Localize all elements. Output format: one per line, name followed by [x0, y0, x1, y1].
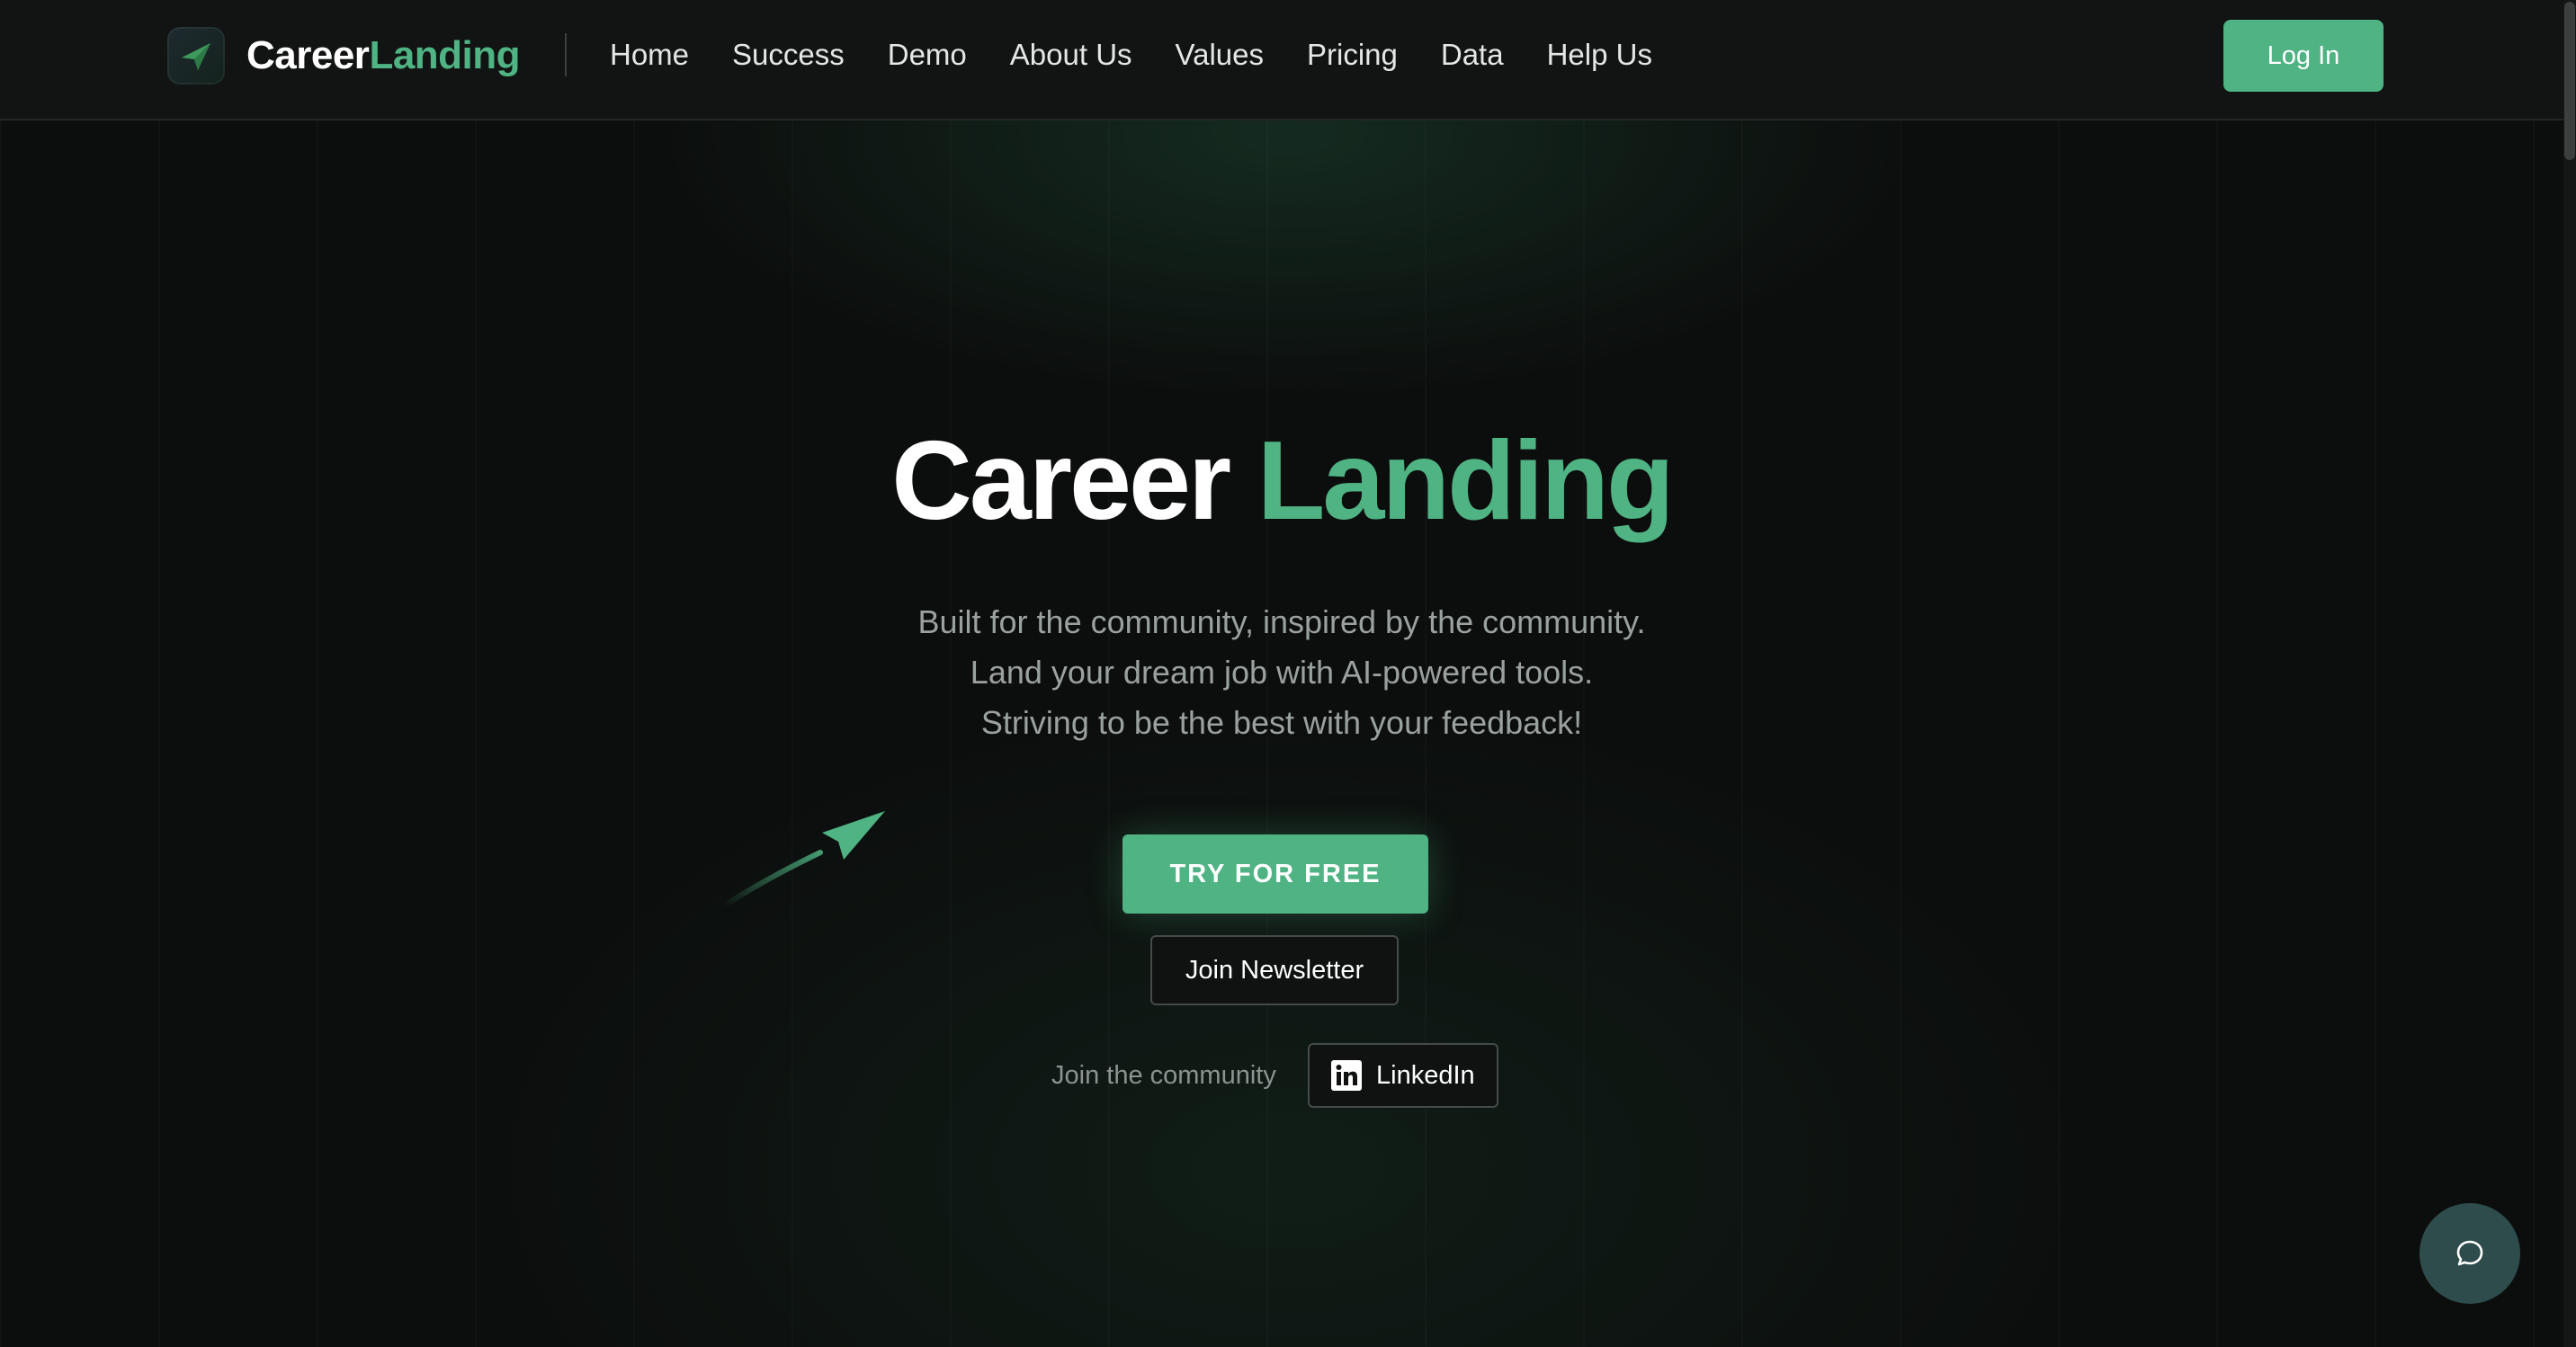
nav-item-help-us[interactable]: Help Us — [1547, 38, 1652, 72]
page-scrollbar[interactable] — [2563, 0, 2576, 1347]
linkedin-icon — [1331, 1060, 1362, 1091]
nav-item-demo[interactable]: Demo — [888, 38, 967, 72]
nav-item-home[interactable]: Home — [610, 38, 689, 72]
hero-title-landing: Landing — [1257, 419, 1675, 543]
chat-button[interactable] — [2419, 1203, 2520, 1304]
hero-subtitle-line: Built for the community, inspired by the… — [917, 603, 1646, 640]
brand-logo-link[interactable]: CareerLanding — [167, 27, 521, 85]
join-newsletter-button[interactable]: Join Newsletter — [1150, 935, 1399, 1005]
hero-title: Career Landing — [0, 414, 2563, 549]
hero-title-career: Career — [891, 419, 1231, 543]
brand-name-landing: Landing — [369, 33, 521, 77]
nav-item-values[interactable]: Values — [1176, 38, 1264, 72]
chat-bubble-icon — [2456, 1240, 2483, 1266]
scrollbar-thumb[interactable] — [2564, 2, 2575, 160]
hero-subtitle-line: Land your dream job with AI-powered tool… — [970, 654, 1594, 691]
main-nav: Home Success Demo About Us Values Pricin… — [610, 34, 1652, 76]
linkedin-button[interactable]: LinkedIn — [1308, 1043, 1498, 1108]
landing-page: CareerLanding Home Success Demo About Us… — [0, 0, 2576, 1347]
login-button[interactable]: Log In — [2223, 20, 2384, 92]
top-navbar: CareerLanding Home Success Demo About Us… — [0, 0, 2563, 120]
paper-plane-icon — [720, 811, 885, 909]
hero-subtitle-line: Striving to be the best with your feedba… — [980, 704, 1583, 741]
header-divider — [565, 33, 567, 76]
try-for-free-button[interactable]: TRY FOR FREE — [1123, 834, 1428, 914]
nav-item-success[interactable]: Success — [732, 38, 845, 72]
nav-item-about-us[interactable]: About Us — [1010, 38, 1132, 72]
paper-plane-icon — [167, 27, 225, 85]
brand-name: CareerLanding — [246, 33, 521, 78]
community-label: Join the community — [1051, 1061, 1276, 1090]
brand-name-career: Career — [246, 33, 370, 77]
nav-item-pricing[interactable]: Pricing — [1307, 38, 1398, 72]
hero-subtitle: Built for the community, inspired by the… — [0, 597, 2563, 748]
linkedin-label: LinkedIn — [1376, 1060, 1475, 1090]
nav-item-data[interactable]: Data — [1441, 38, 1504, 72]
